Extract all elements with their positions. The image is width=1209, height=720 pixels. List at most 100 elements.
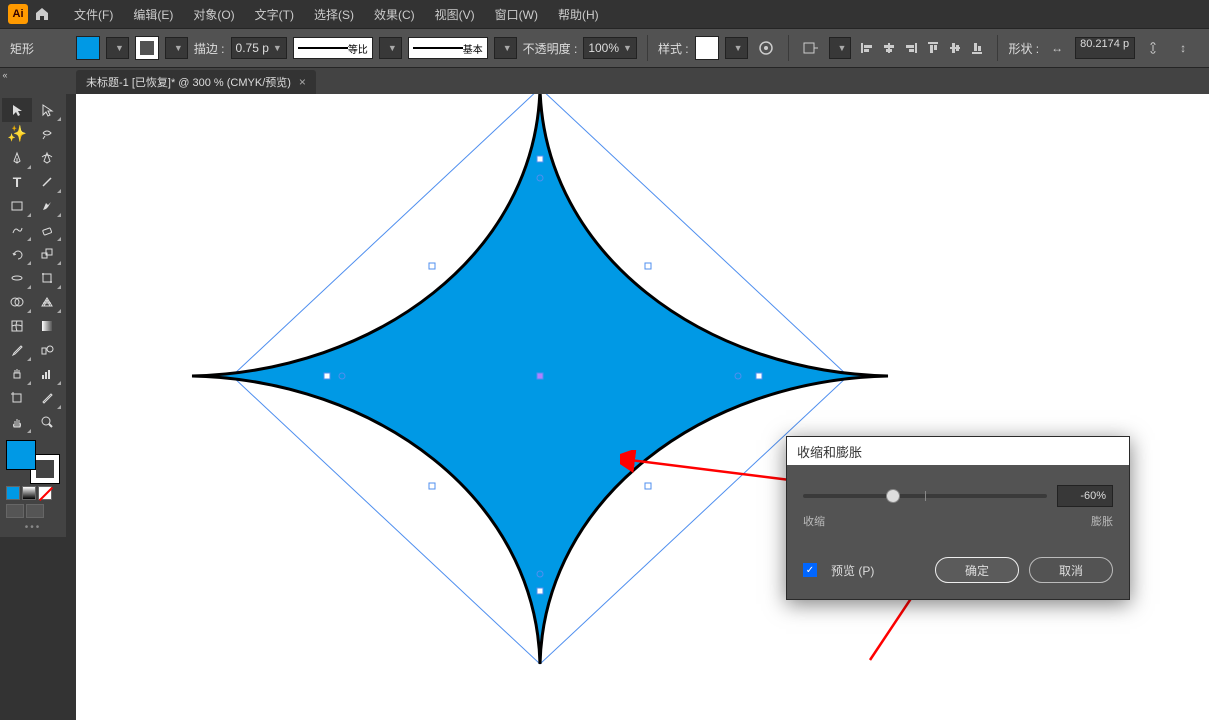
align-bottom-icon[interactable]	[967, 38, 987, 58]
stroke-weight-input[interactable]: 0.75 p▼	[231, 37, 287, 59]
rotate-tool[interactable]	[2, 242, 32, 266]
hand-tool[interactable]	[2, 410, 32, 434]
selection-tool[interactable]	[2, 98, 32, 122]
scale-tool[interactable]	[32, 242, 62, 266]
lasso-tool[interactable]	[32, 122, 62, 146]
stroke-profile-arrow[interactable]: ▼	[494, 37, 517, 59]
align-to-icon[interactable]	[799, 36, 823, 60]
app-logo: Ai	[8, 4, 28, 24]
shape-builder-tool[interactable]	[2, 290, 32, 314]
align-top-icon[interactable]	[923, 38, 943, 58]
symbol-sprayer-tool[interactable]	[2, 362, 32, 386]
pucker-bloat-dialog: 收缩和膨胀 -60% 收缩 膨胀 ✓ 预览 (P) 确定 取消	[786, 436, 1130, 600]
full-screen-icon[interactable]	[26, 504, 44, 518]
menu-window[interactable]: 窗口(W)	[487, 6, 546, 23]
shape-label: 形状 :	[1008, 40, 1039, 57]
toolbox: ✨ T	[0, 94, 66, 537]
magic-wand-tool[interactable]: ✨	[2, 122, 32, 146]
close-tab-icon[interactable]: ×	[299, 75, 306, 89]
style-label: 样式 :	[658, 40, 689, 57]
control-bar: 矩形 ▼ ▼ 描边 : 0.75 p▼ 等比 ▼ 基本 ▼ 不透明度 : 100…	[0, 28, 1209, 68]
align-hcenter-icon[interactable]	[879, 38, 899, 58]
menu-edit[interactable]: 编辑(E)	[125, 6, 181, 23]
fill-swatch[interactable]	[76, 36, 100, 60]
line-tool[interactable]	[32, 170, 62, 194]
amount-value[interactable]: -60%	[1057, 485, 1113, 507]
home-icon[interactable]	[32, 4, 52, 24]
menu-bar: Ai 文件(F) 编辑(E) 对象(O) 文字(T) 选择(S) 效果(C) 视…	[0, 0, 1209, 28]
dialog-title[interactable]: 收缩和膨胀	[787, 437, 1129, 465]
align-vcenter-icon[interactable]	[945, 38, 965, 58]
width-input[interactable]: 80.2174 p	[1075, 37, 1135, 59]
type-tool[interactable]: T	[2, 170, 32, 194]
stroke-profile-dropdown[interactable]: 基本	[408, 37, 488, 59]
fill-dropdown[interactable]: ▼	[106, 37, 129, 59]
slider-thumb[interactable]	[886, 489, 900, 503]
width-link-icon[interactable]: ↔	[1045, 36, 1069, 60]
pen-tool[interactable]	[2, 146, 32, 170]
preview-label[interactable]: 预览 (P)	[831, 562, 925, 579]
eraser-tool[interactable]	[32, 218, 62, 242]
stroke-dropdown[interactable]: ▼	[165, 37, 188, 59]
stroke-dash-arrow[interactable]: ▼	[379, 37, 402, 59]
gradient-tool[interactable]	[32, 314, 62, 338]
amount-slider[interactable]	[803, 494, 1047, 498]
pucker-label: 收缩	[803, 513, 825, 529]
edit-toolbar-icon[interactable]: •••	[2, 522, 64, 533]
curvature-tool[interactable]	[32, 146, 62, 170]
menu-select[interactable]: 选择(S)	[306, 6, 362, 23]
shaper-tool[interactable]	[2, 218, 32, 242]
document-tab[interactable]: 未标题-1 [已恢复]* @ 300 % (CMYK/预览) ×	[76, 70, 316, 94]
document-tab-title: 未标题-1 [已恢复]* @ 300 % (CMYK/预览)	[86, 74, 291, 90]
preview-checkbox[interactable]: ✓	[803, 563, 817, 577]
selection-type-label: 矩形	[10, 40, 70, 57]
menu-view[interactable]: 视图(V)	[427, 6, 483, 23]
canvas[interactable]	[76, 94, 1209, 720]
gradient-mode-icon[interactable]	[22, 486, 36, 500]
rectangle-tool[interactable]	[2, 194, 32, 218]
stroke-dash-dropdown[interactable]: 等比	[293, 37, 373, 59]
ok-button[interactable]: 确定	[935, 557, 1019, 583]
width-tool[interactable]	[2, 266, 32, 290]
artboard-tool[interactable]	[2, 386, 32, 410]
document-tab-bar: 未标题-1 [已恢复]* @ 300 % (CMYK/预览) ×	[0, 68, 1209, 94]
opacity-input[interactable]: 100%▼	[583, 37, 637, 59]
align-buttons	[857, 38, 987, 58]
color-well[interactable]	[6, 440, 60, 484]
paintbrush-tool[interactable]	[32, 194, 62, 218]
height-link-icon[interactable]: ↕	[1171, 36, 1195, 60]
perspective-grid-tool[interactable]	[32, 290, 62, 314]
direct-selection-tool[interactable]	[32, 98, 62, 122]
menu-type[interactable]: 文字(T)	[247, 6, 302, 23]
blend-tool[interactable]	[32, 338, 62, 362]
menu-effect[interactable]: 效果(C)	[366, 6, 423, 23]
recolor-icon[interactable]	[754, 36, 778, 60]
menu-object[interactable]: 对象(O)	[185, 6, 242, 23]
none-mode-icon[interactable]	[38, 486, 52, 500]
column-graph-tool[interactable]	[32, 362, 62, 386]
stroke-label: 描边 :	[194, 40, 225, 57]
menu-help[interactable]: 帮助(H)	[550, 6, 607, 23]
normal-screen-icon[interactable]	[6, 504, 24, 518]
color-mode-icon[interactable]	[6, 486, 20, 500]
graphic-style-swatch[interactable]	[695, 36, 719, 60]
link-wh-icon[interactable]	[1141, 36, 1165, 60]
panel-collapse-handle[interactable]: «	[0, 68, 10, 82]
align-right-icon[interactable]	[901, 38, 921, 58]
stroke-swatch[interactable]	[135, 36, 159, 60]
cancel-button[interactable]: 取消	[1029, 557, 1113, 583]
style-arrow[interactable]: ▼	[725, 37, 748, 59]
free-transform-tool[interactable]	[32, 266, 62, 290]
slice-tool[interactable]	[32, 386, 62, 410]
artwork	[76, 94, 1209, 720]
bloat-label: 膨胀	[1091, 513, 1113, 529]
opacity-label: 不透明度 :	[523, 40, 578, 57]
menu-file[interactable]: 文件(F)	[66, 6, 121, 23]
eyedropper-tool[interactable]	[2, 338, 32, 362]
center-point	[537, 373, 543, 379]
align-to-arrow[interactable]: ▼	[829, 37, 852, 59]
fill-color-well[interactable]	[6, 440, 36, 470]
zoom-tool[interactable]	[32, 410, 62, 434]
align-left-icon[interactable]	[857, 38, 877, 58]
mesh-tool[interactable]	[2, 314, 32, 338]
